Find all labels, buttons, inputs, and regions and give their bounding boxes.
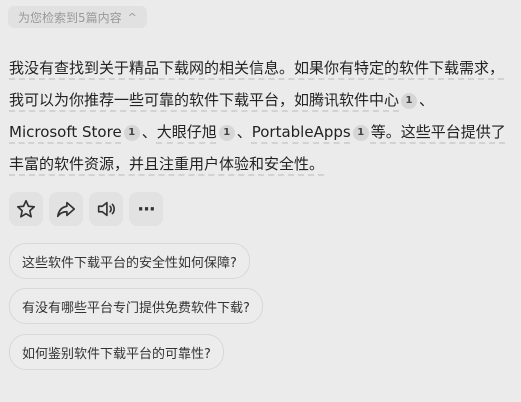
suggested-question-label: 这些软件下载平台的安全性如何保障? <box>22 255 237 271</box>
answer-text: 我没有查找到关于精品下载网的相关信息。如果你有特定的软件下载需求，我可以为你推荐… <box>9 52 509 180</box>
search-results-label: 为您检索到5篇内容 <box>18 10 122 25</box>
read-aloud-button[interactable] <box>89 192 123 226</box>
answer-separator: 、 <box>141 123 157 141</box>
answer-segment: PortableApps <box>251 123 351 141</box>
citation-badge[interactable]: 1 <box>218 125 235 141</box>
more-icon: ··· <box>137 198 155 220</box>
star-icon <box>16 199 36 218</box>
suggested-question-label: 有没有哪些平台专门提供免费软件下载? <box>22 300 250 316</box>
suggested-question-label: 如何鉴别软件下载平台的可靠性? <box>22 346 211 362</box>
share-button[interactable] <box>49 192 83 226</box>
citation-badge[interactable]: 1 <box>401 93 418 109</box>
answer-actions: ··· <box>9 192 163 226</box>
suggested-question[interactable]: 如何鉴别软件下载平台的可靠性? <box>9 334 224 370</box>
share-icon <box>56 201 76 218</box>
citation-badge[interactable]: 1 <box>123 125 140 141</box>
answer-separator: 、 <box>236 123 252 141</box>
favorite-button[interactable] <box>9 192 43 226</box>
suggested-question[interactable]: 这些软件下载平台的安全性如何保障? <box>9 243 250 279</box>
answer-segment: 大眼仔旭 <box>156 123 217 141</box>
more-button[interactable]: ··· <box>129 192 163 226</box>
citation-badge[interactable]: 1 <box>352 125 369 141</box>
answer-separator: 、 <box>419 91 435 109</box>
search-results-toggle[interactable]: 为您检索到5篇内容 ^ <box>8 6 147 28</box>
suggested-question[interactable]: 有没有哪些平台专门提供免费软件下载? <box>9 288 263 324</box>
speaker-icon <box>97 201 115 217</box>
answer-segment: Microsoft Store <box>9 123 122 141</box>
chevron-up-icon: ^ <box>127 10 137 24</box>
